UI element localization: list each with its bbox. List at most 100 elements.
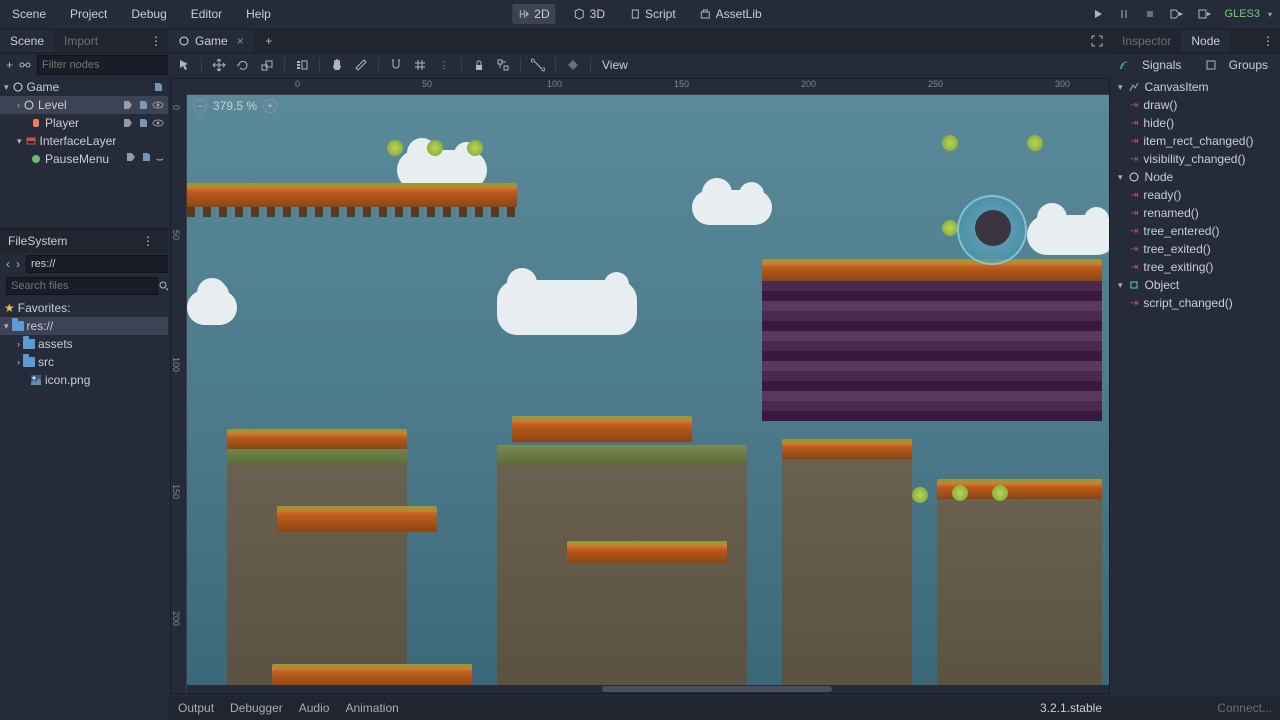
view-menu[interactable]: View	[598, 56, 632, 74]
ruler-horizontal: 0 50 100 150 200 250 300	[187, 79, 1109, 95]
fs-src[interactable]: › src	[0, 353, 168, 371]
open-scene-icon[interactable]	[122, 99, 134, 111]
fs-favorites[interactable]: ★ Favorites:	[0, 299, 168, 317]
signal-tree-entered[interactable]: ⇥tree_entered()	[1112, 222, 1280, 240]
tab-animation[interactable]: Animation	[345, 701, 398, 715]
signal-ready[interactable]: ⇥ready()	[1112, 186, 1280, 204]
viewport-canvas[interactable]: 0 50 100 150 200 250 300 0 50 100 150 20…	[170, 78, 1110, 694]
open-scene-icon[interactable]	[125, 151, 137, 163]
search-files-input[interactable]	[6, 277, 158, 295]
menu-help[interactable]: Help	[242, 5, 275, 23]
folder-icon	[23, 339, 35, 349]
menu-project[interactable]: Project	[66, 5, 111, 23]
zoom-in-button[interactable]: +	[263, 99, 277, 113]
tab-output[interactable]: Output	[178, 701, 214, 715]
zoom-level[interactable]: 379.5 %	[213, 99, 257, 113]
next-button[interactable]: ›	[16, 255, 20, 273]
connect-button[interactable]: Connect...	[1217, 701, 1272, 715]
path-input[interactable]	[26, 255, 178, 273]
mode-script[interactable]: Script	[623, 4, 682, 24]
viewport-scene-tab[interactable]: Game ×	[168, 30, 254, 52]
visibility-icon[interactable]	[152, 99, 164, 111]
scrollbar-horizontal[interactable]	[187, 685, 1109, 693]
signal-renamed[interactable]: ⇥renamed()	[1112, 204, 1280, 222]
snap-options[interactable]: ⋮	[434, 55, 454, 75]
list-select-tool[interactable]	[292, 55, 312, 75]
close-tab-icon[interactable]: ×	[237, 34, 244, 48]
move-tool[interactable]	[209, 55, 229, 75]
script-icon[interactable]	[140, 151, 152, 163]
fs-res[interactable]: ▾ res://	[0, 317, 168, 335]
menu-debug[interactable]: Debug	[127, 5, 170, 23]
grid-snap-toggle[interactable]	[410, 55, 430, 75]
subtab-groups[interactable]: Groups	[1223, 56, 1274, 74]
snap-toggle[interactable]	[386, 55, 406, 75]
visibility-icon[interactable]	[152, 117, 164, 129]
play-button[interactable]	[1087, 5, 1109, 23]
group-icon[interactable]: ⌣	[155, 151, 164, 167]
tab-import[interactable]: Import	[54, 30, 108, 52]
signal-tree-exiting[interactable]: ⇥tree_exiting()	[1112, 258, 1280, 276]
rotate-tool[interactable]	[233, 55, 253, 75]
filesystem-header: FileSystem ⋮	[0, 229, 168, 253]
stop-button[interactable]	[1139, 5, 1161, 23]
mode-assetlib[interactable]: AssetLib	[694, 4, 768, 24]
renderer-dropdown-icon[interactable]: ▾	[1268, 10, 1272, 19]
menu-scene[interactable]: Scene	[8, 5, 50, 23]
panel-menu-icon[interactable]: ⋮	[136, 234, 160, 248]
subtab-signals[interactable]: Signals	[1136, 56, 1187, 74]
add-node-button[interactable]: +	[6, 56, 13, 74]
tree-node-pausemenu[interactable]: PauseMenu ⌣	[0, 150, 168, 168]
open-scene-icon[interactable]	[122, 117, 134, 129]
bone-tool[interactable]	[528, 55, 548, 75]
zoom-out-button[interactable]: −	[193, 99, 207, 113]
signal-hide[interactable]: ⇥hide()	[1112, 114, 1280, 132]
filter-nodes-input[interactable]	[37, 55, 189, 75]
signal-class-node[interactable]: ▾Node	[1112, 168, 1280, 186]
panel-menu-icon[interactable]: ⋮	[1256, 34, 1280, 48]
fs-icon-png[interactable]: icon.png	[0, 371, 168, 389]
script-icon[interactable]	[137, 99, 149, 111]
tree-node-level[interactable]: › Level	[0, 96, 168, 114]
distraction-free-icon[interactable]	[1082, 34, 1112, 48]
script-icon[interactable]	[137, 117, 149, 129]
tab-inspector[interactable]: Inspector	[1112, 30, 1181, 52]
play-scene-button[interactable]	[1165, 5, 1189, 23]
panel-menu-icon[interactable]: ⋮	[144, 34, 168, 48]
tree-node-game[interactable]: ▾ Game	[0, 78, 168, 96]
mode-3d[interactable]: 3D	[568, 4, 611, 24]
instance-scene-button[interactable]	[19, 56, 31, 74]
scale-tool[interactable]	[257, 55, 277, 75]
fs-assets[interactable]: › assets	[0, 335, 168, 353]
signal-class-object[interactable]: ▾Object	[1112, 276, 1280, 294]
lock-tool[interactable]	[469, 55, 489, 75]
tree-node-player[interactable]: Player	[0, 114, 168, 132]
select-tool[interactable]	[174, 55, 194, 75]
signals-tree: ▾CanvasItem ⇥draw() ⇥hide() ⇥item_rect_c…	[1112, 76, 1280, 314]
pause-button[interactable]	[1113, 5, 1135, 23]
game-canvas[interactable]	[187, 95, 1109, 693]
menu-editor[interactable]: Editor	[187, 5, 226, 23]
star-icon: ★	[4, 301, 15, 315]
key-insert-button[interactable]	[563, 55, 583, 75]
tab-audio[interactable]: Audio	[299, 701, 330, 715]
play-custom-button[interactable]	[1193, 5, 1217, 23]
script-icon[interactable]	[152, 81, 164, 93]
signal-tree-exited[interactable]: ⇥tree_exited()	[1112, 240, 1280, 258]
ruler-tool[interactable]	[351, 55, 371, 75]
tab-scene[interactable]: Scene	[0, 30, 54, 52]
prev-button[interactable]: ‹	[6, 255, 10, 273]
renderer-label[interactable]: GLES3	[1225, 8, 1260, 20]
signal-script-changed[interactable]: ⇥script_changed()	[1112, 294, 1280, 312]
tab-debugger[interactable]: Debugger	[230, 701, 283, 715]
tab-node[interactable]: Node	[1181, 30, 1230, 52]
add-tab-button[interactable]: +	[260, 32, 278, 50]
mode-2d[interactable]: 2D	[512, 4, 555, 24]
signal-visibility[interactable]: ⇥visibility_changed()	[1112, 150, 1280, 168]
pan-tool[interactable]	[327, 55, 347, 75]
tree-node-interface[interactable]: ▾ InterfaceLayer	[0, 132, 168, 150]
signal-item-rect[interactable]: ⇥item_rect_changed()	[1112, 132, 1280, 150]
signal-class-canvasitem[interactable]: ▾CanvasItem	[1112, 78, 1280, 96]
signal-draw[interactable]: ⇥draw()	[1112, 96, 1280, 114]
group-tool[interactable]	[493, 55, 513, 75]
